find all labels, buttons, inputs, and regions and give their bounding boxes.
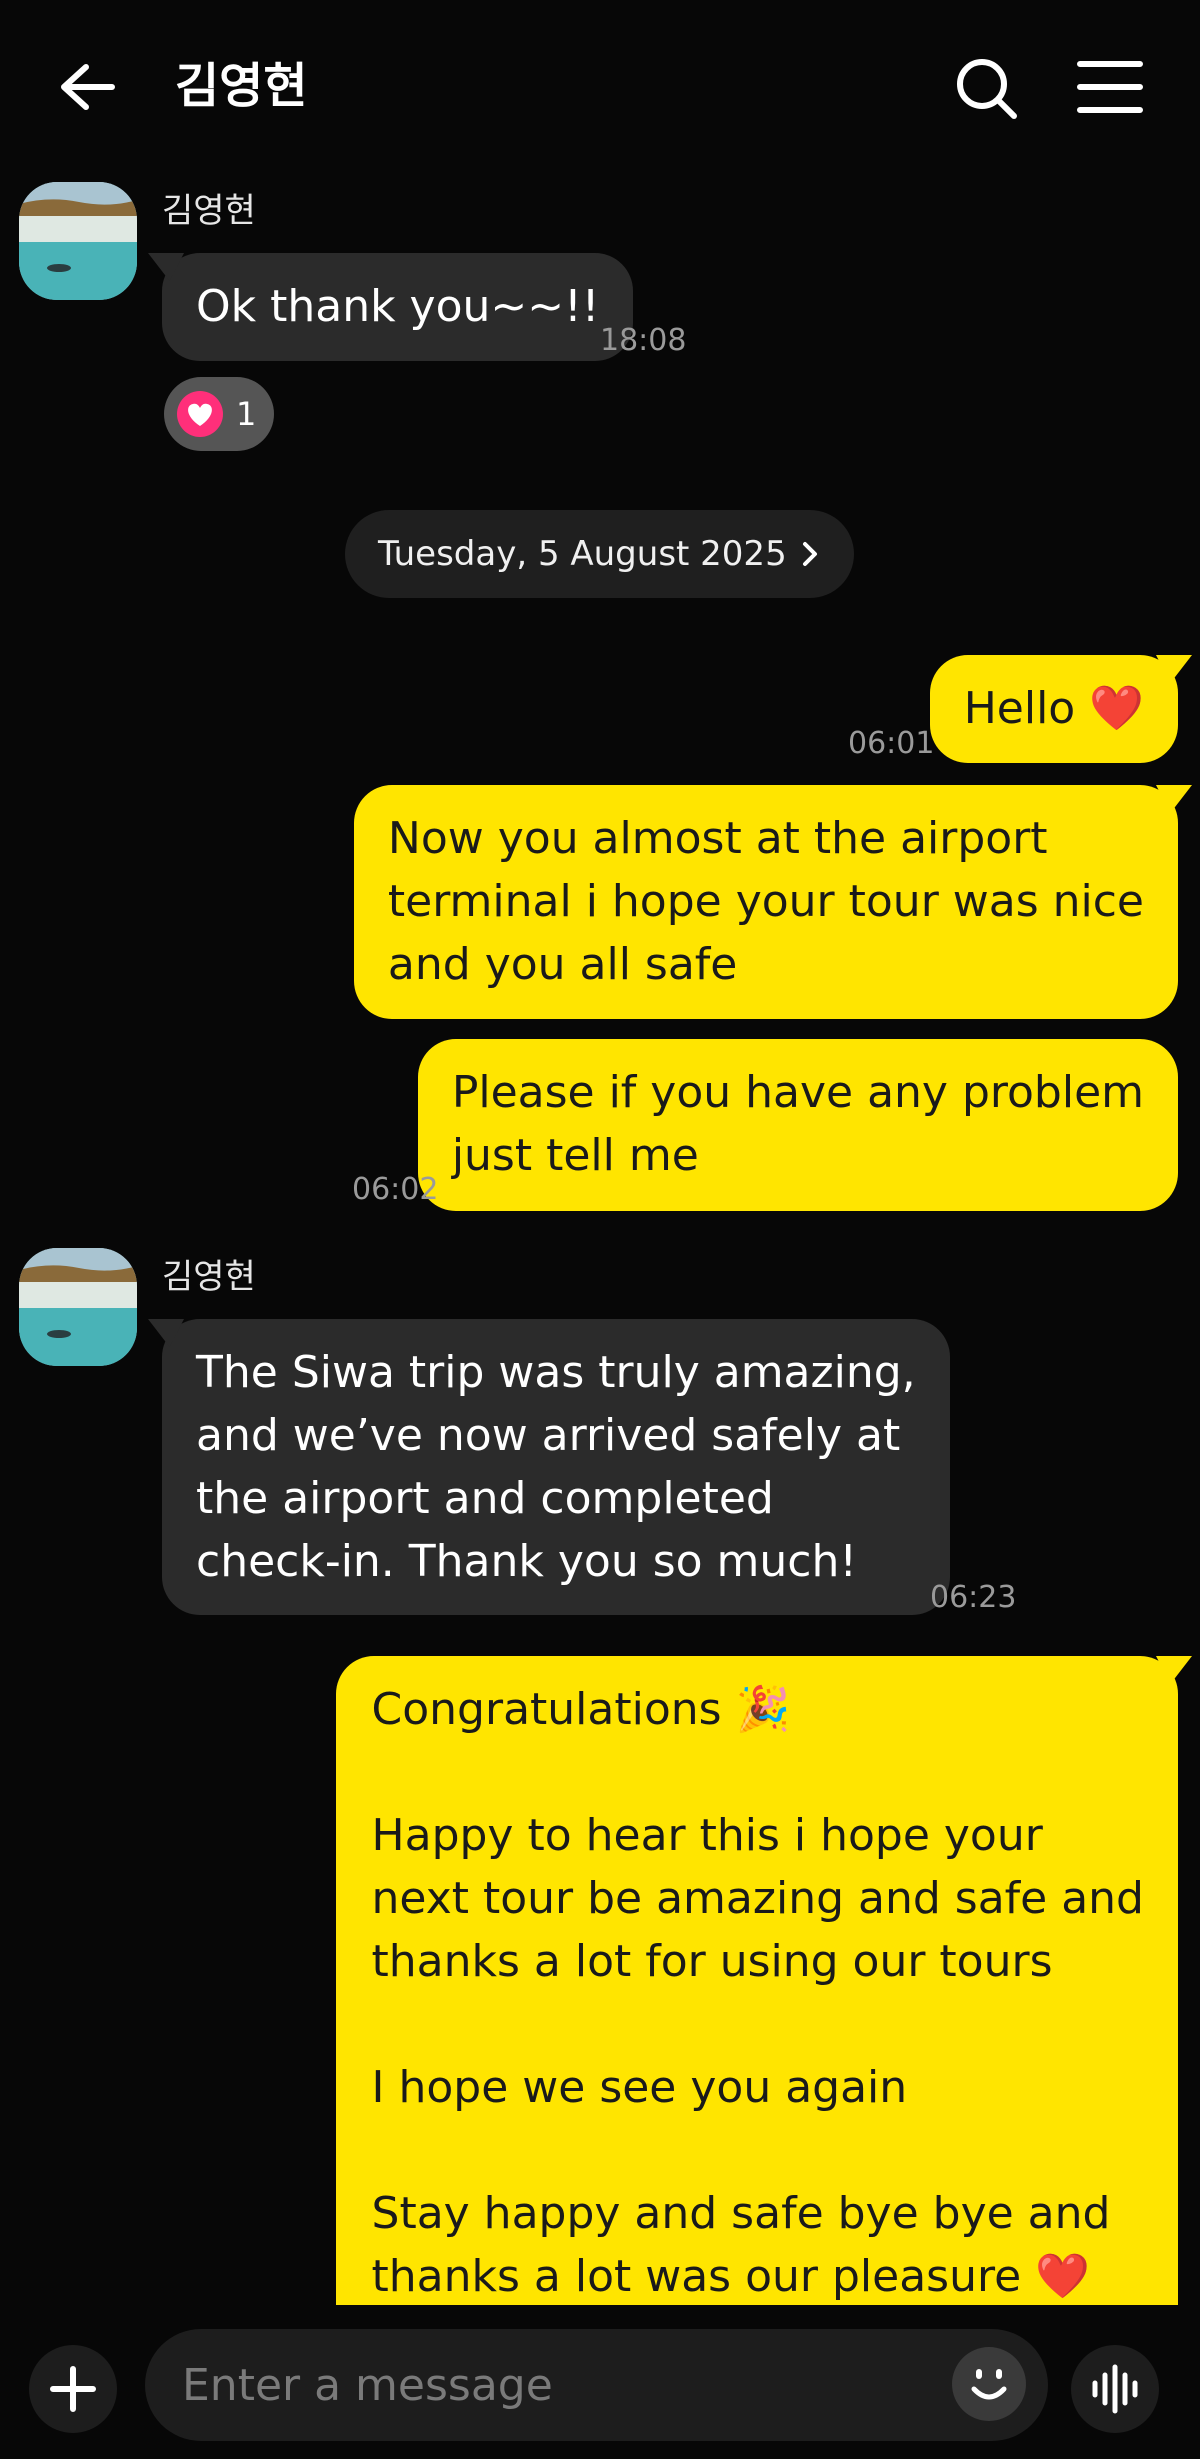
voice-button[interactable] — [1071, 2345, 1159, 2433]
message-line: check-in. Thank you so much! — [196, 1536, 857, 1587]
message-time: 06:02 — [352, 1172, 439, 1207]
avatar-image — [19, 1248, 137, 1366]
emoji-icon — [971, 2369, 1007, 2400]
reaction-badge[interactable]: 1 — [164, 377, 274, 451]
message-bubble-outgoing[interactable]: Congratulations 🎉 Happy to hear this i h… — [335, 1656, 1178, 2305]
date-label: Tuesday, 5 August 2025 — [378, 534, 787, 574]
message-line: I hope we see you again — [371, 2062, 908, 2113]
plus-icon — [50, 2366, 96, 2412]
message-bubble-incoming[interactable]: Ok thank you~~!! — [162, 253, 634, 361]
reaction-count: 1 — [236, 395, 257, 433]
message-line — [372, 1741, 1144, 1804]
message-time: 06:01 — [848, 726, 935, 761]
message-line: Please if you have any problem — [451, 1067, 1144, 1118]
message-line — [372, 1993, 1144, 2056]
message-line: terminal i hope your tour was nice — [387, 876, 1144, 927]
chevron-right-icon — [803, 542, 817, 566]
back-button[interactable] — [50, 50, 130, 130]
message-line: Stay happy and safe bye bye and — [371, 2188, 1111, 2239]
message-line: Ok thank you~~!! — [196, 281, 600, 332]
message-line: the airport and completed — [196, 1473, 774, 1524]
attach-button[interactable] — [29, 2345, 117, 2433]
message-line: Congratulations 🎉 — [371, 1684, 791, 1735]
chat-title: 김영현 — [175, 58, 308, 114]
menu-button[interactable] — [1070, 50, 1150, 130]
message-composer — [0, 2305, 1200, 2459]
message-bubble-outgoing[interactable]: Now you almost at the airport terminal i… — [353, 785, 1178, 1019]
search-icon — [957, 59, 1017, 119]
message-line: thanks a lot for using our tours — [371, 1936, 1053, 1987]
message-bubble-incoming[interactable]: The Siwa trip was truly amazing, and we’… — [162, 1319, 950, 1615]
message-time: 06:23 — [930, 1580, 1017, 1615]
avatar-image — [19, 182, 137, 300]
avatar[interactable] — [19, 182, 137, 300]
message-line: just tell me — [451, 1130, 699, 1181]
message-line: Happy to hear this i hope your — [371, 1810, 1043, 1861]
back-arrow-icon — [61, 64, 115, 110]
sender-name: 김영현 — [162, 1257, 256, 1297]
search-button[interactable] — [948, 50, 1028, 130]
sender-name: 김영현 — [162, 191, 256, 231]
message-line: thanks a lot was our pleasure ❤️ — [371, 2251, 1090, 2302]
message-line — [372, 2119, 1144, 2182]
message-list[interactable]: 김영현 Ok thank you~~!! 18:08 1 Tuesday, 5 … — [0, 175, 1200, 2305]
voice-icon — [1092, 2364, 1138, 2414]
menu-icon — [1077, 61, 1143, 113]
message-line: next tour be amazing and safe and — [371, 1873, 1144, 1924]
heart-icon — [177, 391, 223, 437]
message-line: Now you almost at the airport — [387, 813, 1048, 864]
message-bubble-outgoing[interactable]: Hello ❤️ — [929, 655, 1178, 763]
message-line: Hello ❤️ — [963, 683, 1144, 734]
emoji-button[interactable] — [952, 2347, 1026, 2421]
message-time: 18:08 — [600, 323, 687, 358]
chat-header: 김영현 — [0, 0, 1200, 175]
date-separator[interactable]: Tuesday, 5 August 2025 — [345, 510, 854, 598]
message-bubble-outgoing[interactable]: Please if you have any problem just tell… — [417, 1039, 1178, 1211]
message-input[interactable] — [145, 2329, 1048, 2441]
message-line: and you all safe — [387, 939, 738, 990]
message-line: and we’ve now arrived safely at — [196, 1410, 901, 1461]
avatar[interactable] — [19, 1248, 137, 1366]
message-line: The Siwa trip was truly amazing, — [196, 1347, 916, 1398]
